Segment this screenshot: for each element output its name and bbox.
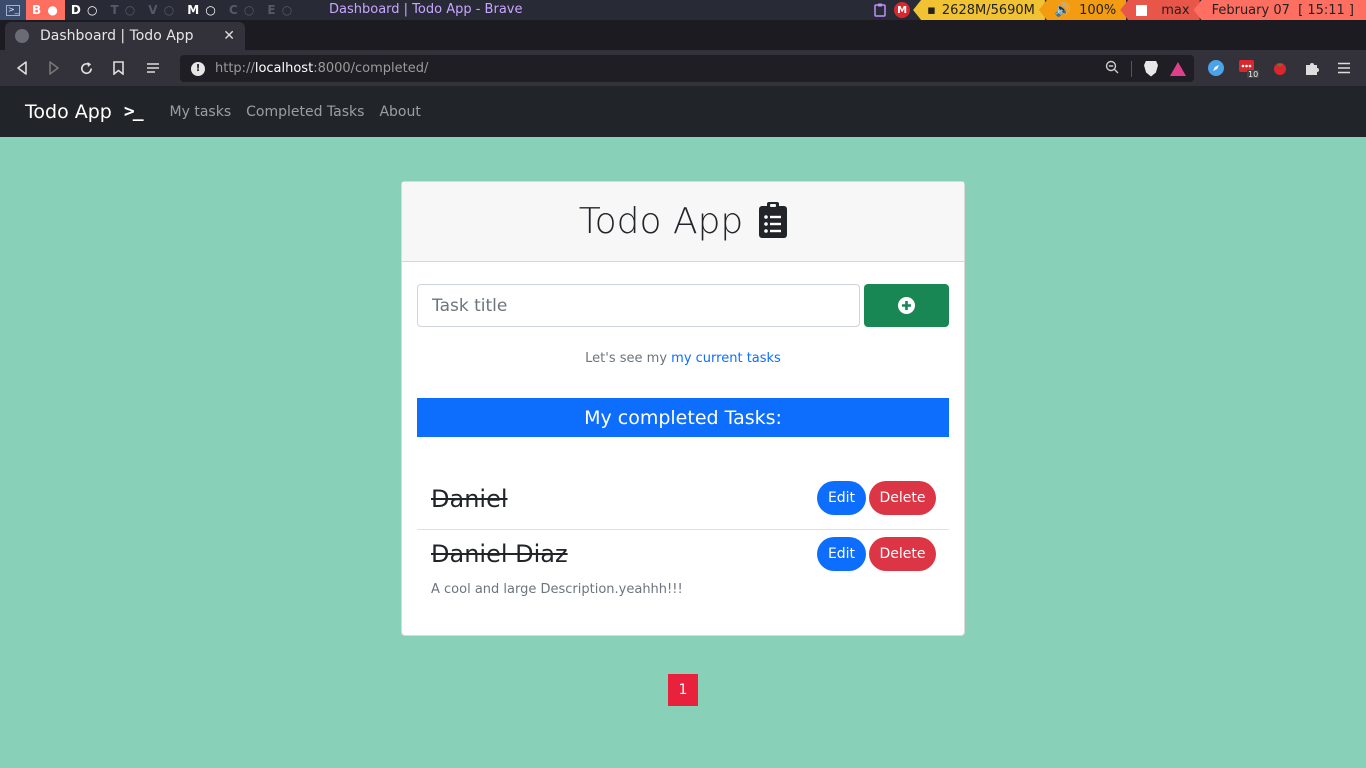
url-path: :8000/completed/ — [313, 61, 429, 76]
url-scheme: http:// — [215, 61, 255, 76]
browser-toolbar: ! http://localhost:8000/completed/ 10 — [0, 50, 1366, 86]
speaker-icon: 🔊 — [1054, 2, 1072, 18]
compass-extension-icon[interactable] — [1204, 50, 1228, 86]
pagination-page-1[interactable]: 1 — [668, 674, 698, 706]
volume-indicator[interactable]: 🔊 100% — [1038, 0, 1127, 20]
divider — [1131, 60, 1132, 77]
edit-button[interactable]: Edit — [817, 481, 866, 515]
workspace-v[interactable]: V ○ — [142, 0, 181, 20]
date-text: February 07 — [1211, 2, 1290, 18]
delete-button[interactable]: Delete — [869, 481, 936, 515]
mega-icon[interactable]: M — [891, 0, 913, 20]
hint-prefix: Let's see my — [585, 351, 668, 366]
time-text: [ 15:11 ] — [1298, 2, 1354, 18]
card-title: Todo App — [578, 201, 744, 242]
reader-mode-icon[interactable] — [142, 50, 164, 86]
nav-link-my-tasks[interactable]: My tasks — [170, 104, 232, 120]
brave-rewards-icon[interactable] — [1170, 61, 1186, 76]
volume-level: 100% — [1079, 2, 1117, 18]
url-host: localhost — [254, 61, 314, 76]
task-item: Daniel Edit Delete — [417, 474, 949, 530]
user-indicator: max — [1120, 0, 1200, 20]
reload-icon[interactable] — [75, 50, 97, 86]
menu-icon[interactable] — [1332, 50, 1356, 86]
back-icon[interactable] — [11, 50, 33, 86]
clock: February 07 [ 15:11 ] — [1193, 0, 1366, 20]
task-title: Daniel Diaz — [431, 540, 568, 568]
tab-title: Dashboard | Todo App — [40, 28, 194, 44]
app-navbar: Todo App >_ My tasks Completed Tasks Abo… — [0, 86, 1366, 137]
delete-button[interactable]: Delete — [869, 537, 936, 571]
brave-shields-icon[interactable] — [1144, 60, 1158, 77]
bookmark-icon[interactable] — [107, 50, 129, 86]
workspace-c[interactable]: C ○ — [223, 0, 261, 20]
workspace-m[interactable]: M ○ — [181, 0, 223, 20]
memory-usage: 2628M/5690M — [941, 2, 1035, 18]
card-header: Todo App — [402, 182, 964, 262]
new-task-form — [417, 284, 949, 327]
todo-extension-icon[interactable]: 10 — [1236, 50, 1260, 86]
browser-tab-strip: Dashboard | Todo App ✕ + — [0, 20, 1366, 68]
memory-indicator: ▪ 2628M/5690M — [913, 0, 1045, 20]
os-top-bar: >_ B ● D ○ T ○ V ○ M ○ C ○ E ○ Dashboard… — [0, 0, 1366, 20]
workspace-d[interactable]: D ○ — [65, 0, 105, 20]
completed-tasks-heading: My completed Tasks: — [417, 398, 949, 437]
nav-link-completed-tasks[interactable]: Completed Tasks — [246, 104, 364, 120]
zoom-out-icon[interactable] — [1105, 60, 1119, 78]
task-title-input[interactable] — [417, 284, 860, 327]
puzzle-extensions-icon[interactable] — [1300, 50, 1324, 86]
not-secure-icon[interactable]: ! — [191, 61, 205, 76]
globe-icon — [15, 29, 29, 43]
plus-circle-icon — [898, 297, 915, 314]
navbar-brand[interactable]: Todo App >_ — [25, 100, 144, 123]
tomato-extension-icon[interactable] — [1268, 50, 1292, 86]
nav-link-about[interactable]: About — [379, 104, 420, 120]
user-square-icon — [1136, 4, 1148, 16]
task-title: Daniel — [431, 485, 508, 513]
address-bar[interactable]: ! http://localhost:8000/completed/ — [180, 55, 1194, 82]
clipboard-icon[interactable] — [869, 0, 891, 20]
window-title: Dashboard | Todo App - Brave — [329, 2, 523, 17]
add-task-button[interactable] — [864, 284, 949, 327]
terminal-prompt-icon: >_ — [123, 101, 144, 122]
close-icon[interactable]: ✕ — [223, 28, 235, 44]
memory-icon: ▪ — [927, 2, 936, 18]
current-tasks-hint: Let's see my my current tasks — [402, 351, 964, 366]
edit-button[interactable]: Edit — [817, 537, 866, 571]
browser-tab[interactable]: Dashboard | Todo App ✕ — [5, 22, 245, 50]
workspace-e[interactable]: E ○ — [261, 0, 299, 20]
workspace-t[interactable]: T ○ — [104, 0, 142, 20]
brand-label: Todo App — [25, 100, 112, 123]
extension-badge: 10 — [1248, 70, 1259, 79]
terminal-icon[interactable]: >_ — [0, 0, 26, 20]
clipboard-list-icon — [759, 201, 788, 242]
workspace-b[interactable]: B ● — [26, 0, 65, 20]
forward-icon[interactable] — [43, 50, 65, 86]
todo-card: Todo App Let's see my my current tasks M… — [401, 181, 965, 636]
current-tasks-link[interactable]: my current tasks — [671, 351, 781, 366]
task-description: A cool and large Description.yeahhh!!! — [431, 582, 683, 597]
task-item: Daniel Diaz Edit Delete A cool and large… — [417, 530, 949, 610]
user-name: max — [1161, 2, 1190, 18]
